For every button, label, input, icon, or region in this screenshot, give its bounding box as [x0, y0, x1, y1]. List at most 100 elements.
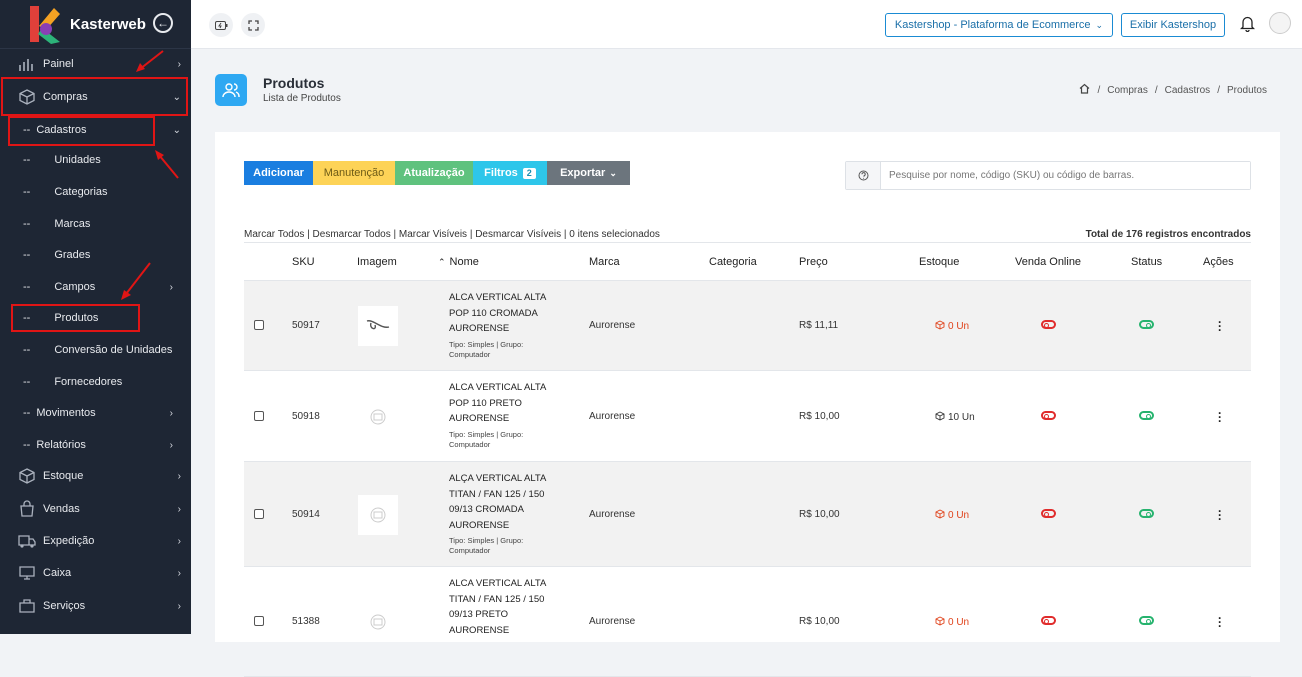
dash-marker: -- [23, 249, 31, 261]
maintenance-button[interactable]: Manutenção [313, 161, 395, 185]
avatar[interactable] [1269, 12, 1291, 34]
online-sale-toggle[interactable] [1041, 320, 1056, 329]
column-stock[interactable]: Estoque [919, 256, 959, 268]
sidebar-item-caixa[interactable]: Caixa › [0, 560, 191, 586]
product-name[interactable]: ALCA VERTICAL ALTA POP 110 CROMADA AUROREN… [449, 290, 569, 360]
product-name-line: TITAN / FAN 125 / 150 [449, 593, 545, 605]
page-subtitle: Lista de Produtos [263, 93, 341, 104]
row-checkbox[interactable] [254, 411, 264, 421]
product-name[interactable]: ALCA VERTICAL ALTA TITAN / FAN 125 / 150 0… [449, 576, 569, 638]
product-thumbnail[interactable] [358, 495, 398, 535]
product-name[interactable]: ALCA VERTICAL ALTA POP 110 PRETO AURORENSE… [449, 380, 569, 450]
more-actions-icon[interactable]: · · · [1217, 316, 1223, 336]
sidebar-item-label: Cadastros [36, 124, 87, 136]
sidebar-item-relatorios[interactable]: -- Relatórios › [0, 432, 191, 458]
sidebar-item-compras[interactable]: Compras ⌄ [0, 84, 191, 110]
breadcrumb-separator: / [1154, 84, 1158, 96]
breadcrumb-item[interactable]: Compras [1107, 85, 1148, 96]
status-toggle[interactable] [1139, 411, 1154, 420]
export-button[interactable]: Exportar ⌄ [547, 161, 630, 185]
brand-name: Kasterweb [70, 15, 146, 33]
product-thumbnail[interactable] [358, 397, 398, 437]
selection-links[interactable]: Marcar Todos | Desmarcar Todos | Marcar … [244, 229, 660, 240]
product-stock-value: 0 Un [948, 510, 970, 521]
sidebar-item-marcas[interactable]: -- Marcas [0, 211, 191, 237]
search-input[interactable] [881, 162, 1250, 189]
column-category[interactable]: Categoria [709, 256, 757, 268]
fullscreen-icon[interactable] [241, 13, 265, 37]
selection-bar: Marcar Todos | Desmarcar Todos | Marcar … [244, 229, 1251, 240]
table-row[interactable]: 50918 ALCA VERTICAL ALTA POP 110 PRETO AURO… [244, 371, 1251, 462]
online-sale-toggle[interactable] [1041, 411, 1056, 420]
product-name[interactable]: ALÇA VERTICAL ALTA TITAN / FAN 125 / 150 0… [449, 471, 569, 556]
status-toggle[interactable] [1139, 509, 1154, 518]
sidebar-item-conversao[interactable]: -- Conversão de Unidades [0, 337, 191, 363]
column-name-label: Nome [449, 256, 479, 268]
chevron-down-icon: ⌄ [172, 91, 181, 103]
column-brand[interactable]: Marca [589, 256, 620, 268]
sidebar-item-estoque[interactable]: Estoque › [0, 463, 191, 489]
more-actions-icon[interactable]: · · · [1217, 612, 1223, 632]
add-button[interactable]: Adicionar [244, 161, 313, 185]
sidebar-item-categorias[interactable]: -- Categorias [0, 179, 191, 205]
column-name[interactable]: ⌃ Nome [438, 256, 479, 268]
dash-marker: -- [23, 312, 31, 324]
home-icon[interactable] [1079, 83, 1090, 97]
sidebar-item-label: Grades [54, 249, 91, 261]
sidebar-item-fornecedores[interactable]: -- Fornecedores [0, 369, 191, 395]
sidebar-divider [0, 48, 191, 49]
table-row[interactable]: 50914 ALÇA VERTICAL ALTA TITAN / FAN 125 /… [244, 462, 1251, 567]
product-name-line: AURORENSE [449, 624, 510, 636]
sidebar-item-label: Conversão de Unidades [54, 344, 173, 356]
column-sku[interactable]: SKU [292, 256, 315, 268]
sidebar-item-label: Serviços [43, 600, 86, 612]
product-name-line: 09/13 PRETO [449, 609, 508, 620]
status-toggle[interactable] [1139, 320, 1154, 329]
box-icon [935, 411, 948, 423]
table-row[interactable]: 51388 ALCA VERTICAL ALTA TITAN / FAN 125 /… [244, 567, 1251, 677]
sidebar-item-unidades[interactable]: -- Unidades [0, 147, 191, 173]
dash-marker: -- [23, 124, 31, 136]
product-name-line: POP 110 CROMADA [449, 307, 538, 319]
sidebar-item-produtos[interactable]: -- Produtos [0, 305, 191, 331]
product-name-line: TITAN / FAN 125 / 150 [449, 488, 545, 500]
bell-icon[interactable] [1239, 15, 1256, 37]
update-button[interactable]: Atualização [395, 161, 473, 185]
show-store-button[interactable]: Exibir Kastershop [1121, 13, 1225, 37]
product-stock: 0 Un [935, 509, 969, 521]
brand[interactable]: Kasterweb ← [0, 0, 191, 48]
sidebar-item-servicos[interactable]: Serviços › [0, 593, 191, 619]
sidebar-item-movimentos[interactable]: -- Movimentos › [0, 400, 191, 426]
filters-button[interactable]: Filtros 2 [473, 161, 547, 185]
breadcrumb-item[interactable]: Cadastros [1165, 85, 1211, 96]
export-label: Exportar [560, 167, 606, 179]
battery-icon[interactable] [209, 13, 233, 37]
row-checkbox[interactable] [254, 320, 264, 330]
product-brand: Aurorense [589, 411, 636, 422]
status-toggle[interactable] [1139, 616, 1154, 625]
row-checkbox[interactable] [254, 509, 264, 519]
product-thumbnail[interactable] [358, 602, 398, 642]
sidebar-item-vendas[interactable]: Vendas › [0, 496, 191, 522]
sidebar-item-painel[interactable]: Painel › [0, 51, 191, 77]
sidebar-item-campos[interactable]: -- Campos › [0, 274, 191, 300]
column-price[interactable]: Preço [799, 256, 828, 268]
table-row[interactable]: 50917 ALCA VERTICAL ALTA POP 110 CROMADA AU… [244, 281, 1251, 371]
help-icon[interactable] [846, 162, 881, 189]
more-actions-icon[interactable]: · · · [1217, 505, 1223, 525]
row-checkbox[interactable] [254, 616, 264, 626]
sidebar-item-cadastros[interactable]: -- Cadastros ⌄ [0, 117, 191, 143]
more-actions-icon[interactable]: · · · [1217, 407, 1223, 427]
store-select-button[interactable]: Kastershop - Plataforma de Ecommerce ⌄ [885, 13, 1113, 37]
sidebar-item-label: Relatórios [36, 439, 86, 451]
product-thumbnail[interactable] [358, 306, 398, 346]
online-sale-toggle[interactable] [1041, 616, 1056, 625]
sidebar-item-label: Marcas [54, 218, 91, 230]
sidebar-item-label: Categorias [54, 186, 108, 198]
sidebar-item-grades[interactable]: -- Grades [0, 242, 191, 268]
product-name-line: AURORENSE [449, 413, 510, 424]
online-sale-toggle[interactable] [1041, 509, 1056, 518]
sidebar-item-expedicao[interactable]: Expedição › [0, 528, 191, 554]
products-table: SKU Imagem ⌃ Nome Marca Categoria Preço E… [244, 242, 1251, 677]
collapse-sidebar-icon[interactable]: ← [153, 13, 173, 33]
